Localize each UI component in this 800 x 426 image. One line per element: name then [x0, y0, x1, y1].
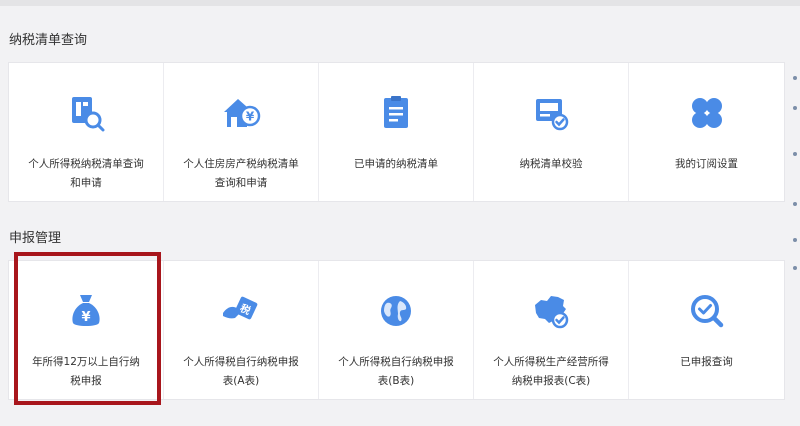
card-declared-query[interactable]: 已申报查询	[629, 261, 784, 399]
card-annual-income-declaration[interactable]: ¥ 年所得12万以上自行纳税申报	[9, 261, 164, 399]
magnifier-check-icon	[690, 295, 723, 328]
card-label: 个人所得税纳税清单查询和申请	[28, 158, 144, 189]
house-tax-icon: ¥	[224, 99, 261, 127]
document-list-icon	[384, 96, 408, 128]
svg-text:¥: ¥	[81, 310, 90, 325]
card-label: 我的订阅设置	[675, 158, 738, 170]
china-map-check-icon	[535, 296, 569, 329]
card-label: 已申请的纳税清单	[354, 158, 438, 170]
card-label: 个人所得税生产经营所得纳税申报表(C表)	[493, 356, 609, 387]
scroll-dot	[793, 266, 797, 270]
card-label: 年所得12万以上自行纳税申报	[32, 356, 140, 387]
scroll-dot	[793, 152, 797, 156]
tax-list-panel: 个人所得税纳税清单查询和申请 ¥ 个人住房房产税纳税清单查询和申请 已申请的纳税…	[8, 62, 785, 202]
card-label: 个人住房房产税纳税清单查询和申请	[183, 158, 299, 189]
scroll-dot	[793, 238, 797, 242]
card-label: 个人所得税自行纳税申报表(A表)	[183, 356, 299, 387]
verify-screen-icon	[536, 99, 569, 131]
card-subscription-settings[interactable]: 我的订阅设置	[629, 63, 784, 201]
scroll-indicator[interactable]	[790, 70, 800, 410]
card-applied-tax-list[interactable]: 已申请的纳税清单	[319, 63, 474, 201]
top-bar	[0, 0, 800, 6]
card-label: 个人所得税自行纳税申报表(B表)	[338, 356, 454, 387]
card-tax-list-verify[interactable]: 纳税清单校验	[474, 63, 629, 201]
scroll-dot	[793, 202, 797, 206]
hand-tax-tag-icon: 税	[223, 296, 258, 320]
scroll-dot	[793, 76, 797, 80]
clover-icon	[691, 98, 722, 128]
card-house-tax-list[interactable]: ¥ 个人住房房产税纳税清单查询和申请	[164, 63, 319, 201]
declaration-panel: ¥ 年所得12万以上自行纳税申报 税 个人所得税自行纳税申报表(A表) 个人所得…	[8, 260, 785, 400]
card-declaration-form-b[interactable]: 个人所得税自行纳税申报表(B表)	[319, 261, 474, 399]
section-title-declaration: 申报管理	[9, 231, 62, 246]
card-declaration-form-a[interactable]: 税 个人所得税自行纳税申报表(A表)	[164, 261, 319, 399]
money-bag-icon: ¥	[72, 295, 100, 326]
card-declaration-form-c[interactable]: 个人所得税生产经营所得纳税申报表(C表)	[474, 261, 629, 399]
card-label: 已申报查询	[680, 356, 733, 368]
svg-text:¥: ¥	[246, 110, 255, 124]
card-label: 纳税清单校验	[519, 158, 583, 170]
card-personal-income-tax-list[interactable]: 个人所得税纳税清单查询和申请	[9, 63, 164, 201]
tax-list-search-icon	[72, 97, 105, 132]
scroll-dot	[793, 106, 797, 110]
section-title-tax-list: 纳税清单查询	[9, 33, 88, 48]
globe-icon	[381, 296, 411, 326]
